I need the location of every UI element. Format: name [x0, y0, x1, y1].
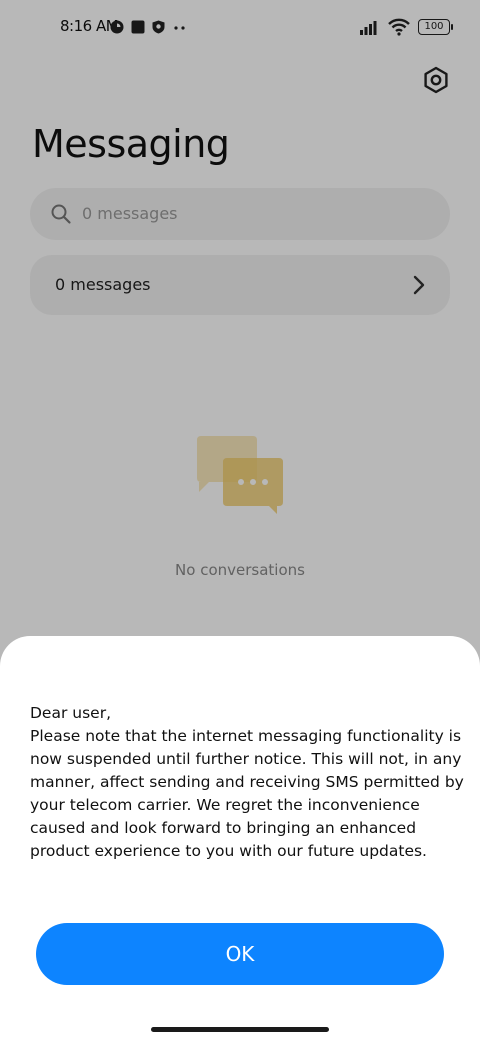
- ok-button[interactable]: OK: [36, 923, 444, 985]
- dialog-message: Dear user, Please note that the internet…: [30, 704, 464, 860]
- home-indicator[interactable]: [151, 1027, 329, 1032]
- notice-dialog: Dear user, Please note that the internet…: [0, 636, 480, 1040]
- messaging-screen: 8:16 AM 100 Messaging 0 messages 0 messa…: [0, 0, 480, 1040]
